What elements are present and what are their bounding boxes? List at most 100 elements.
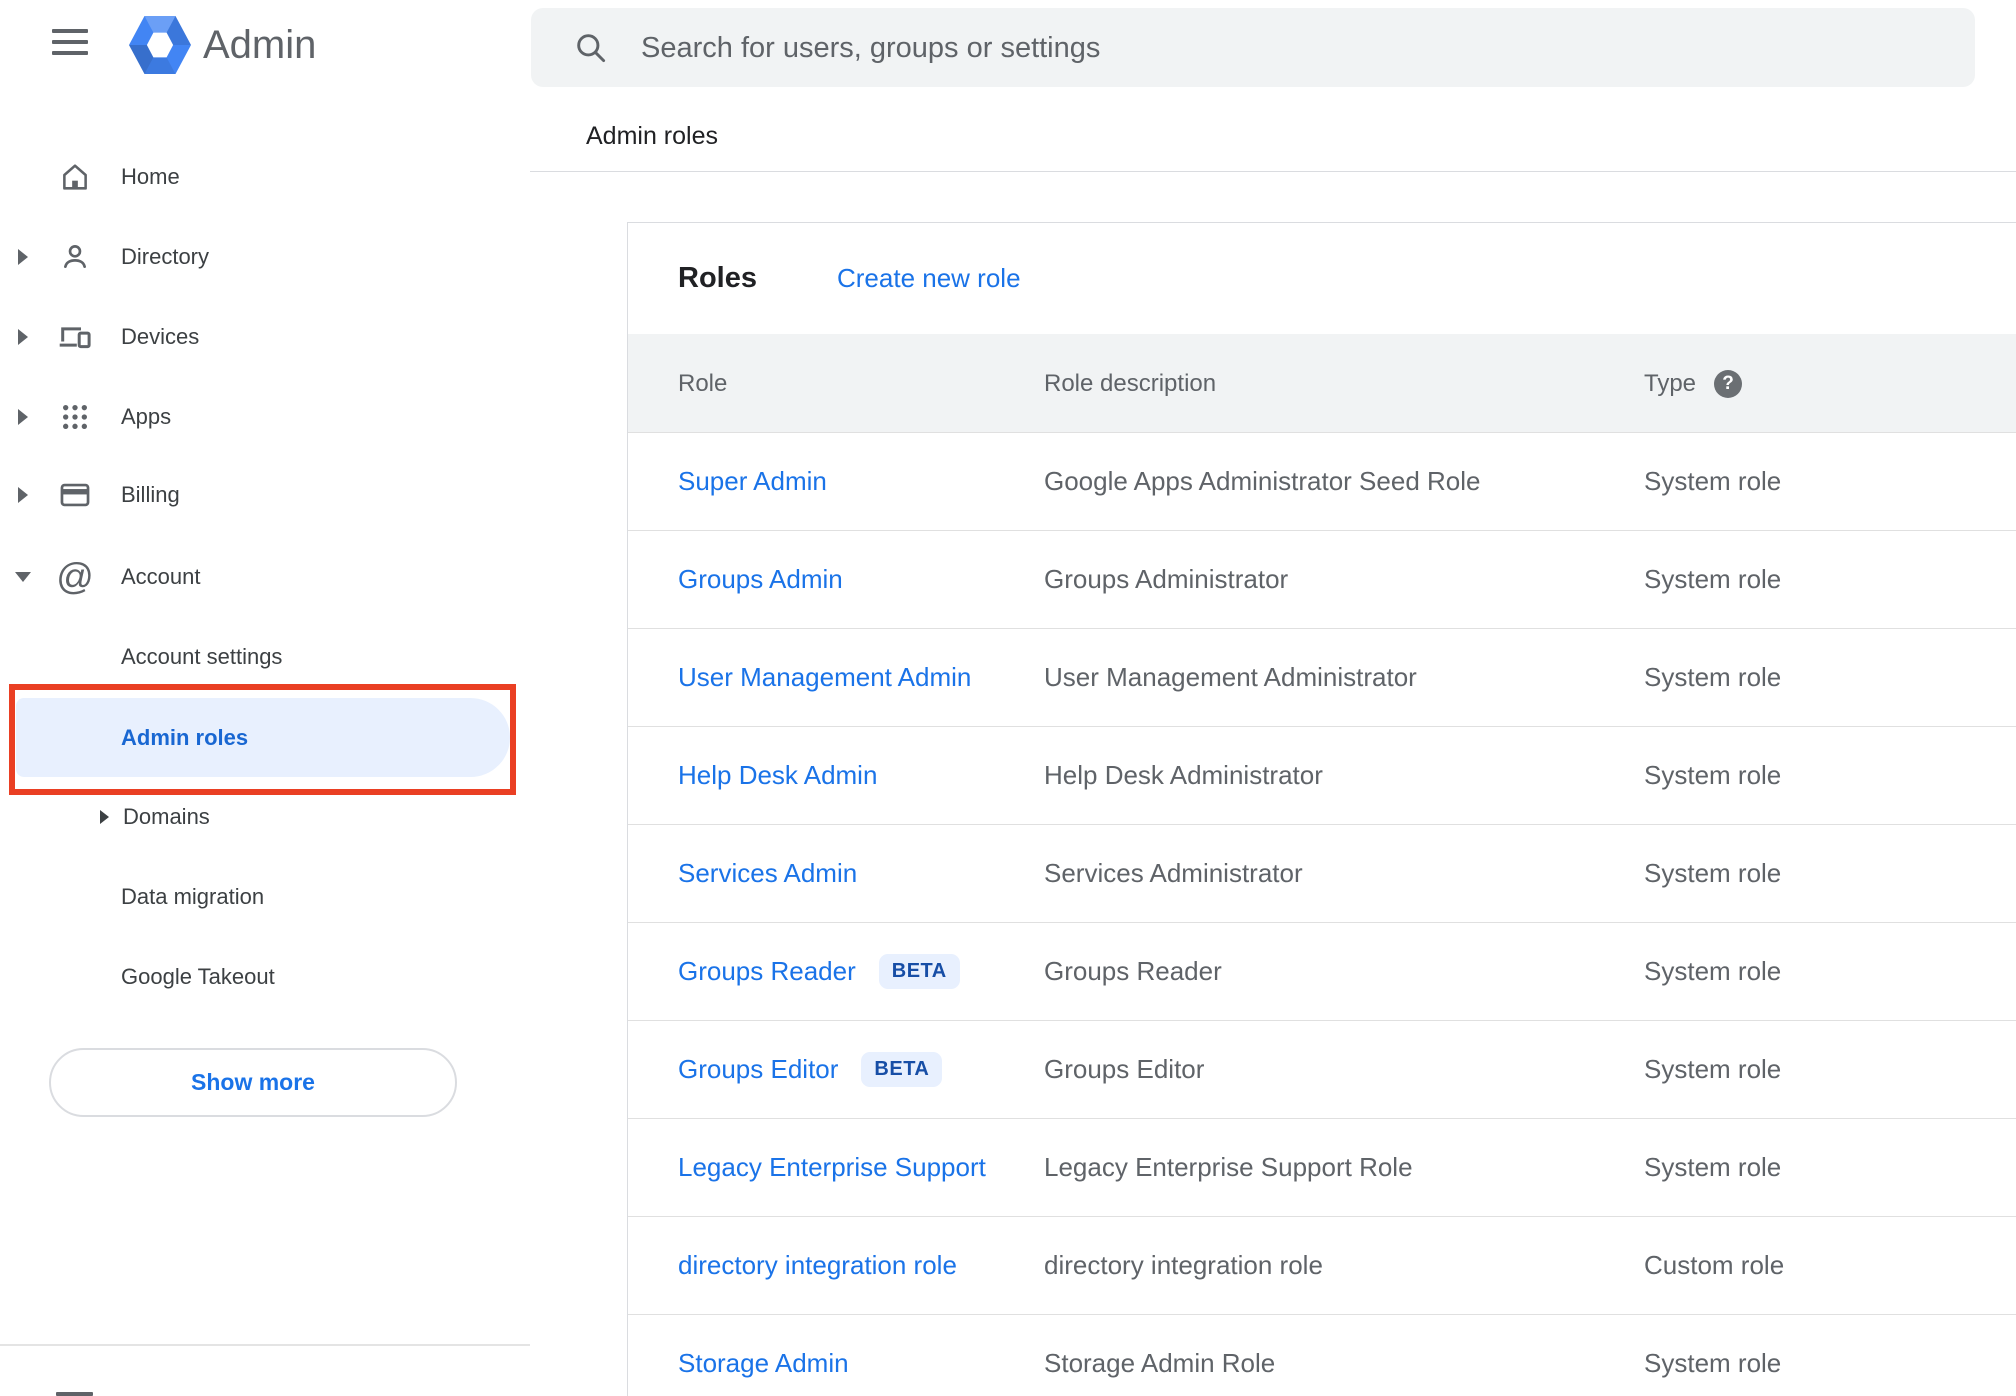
table-row: Services Admin Services Administrator Syst… <box>628 825 2016 923</box>
search-input[interactable] <box>639 8 1923 89</box>
roles-table: Super Admin Google Apps Administrator See… <box>628 433 2016 1396</box>
role-description-cell: Groups Editor <box>1044 1021 1204 1118</box>
role-type-text: System role <box>1644 1348 1782 1378</box>
sidebar-item-label: Directory <box>121 244 210 269</box>
column-header-type: Type <box>1644 370 1697 397</box>
table-row: Groups Admin Groups Administrator System r… <box>628 531 2016 629</box>
role-description-text: Storage Admin Role <box>1044 1348 1276 1378</box>
table-row: directory integration role directory inte… <box>628 1217 2016 1315</box>
chevron-right-icon[interactable] <box>18 329 28 345</box>
role-link[interactable]: Legacy Enterprise Support <box>678 1152 986 1183</box>
chevron-down-icon[interactable] <box>15 572 31 582</box>
role-type-cell: System role <box>1644 531 1781 628</box>
role-description-cell: Services Administrator <box>1044 825 1303 922</box>
sidebar-item-google-takeout[interactable]: Google Takeout <box>0 937 530 1017</box>
role-description-text: Legacy Enterprise Support Role <box>1044 1152 1413 1182</box>
create-new-role-link[interactable]: Create new role <box>837 223 1021 334</box>
role-link[interactable]: Help Desk Admin <box>678 760 877 791</box>
sidebar-item-apps[interactable]: Apps <box>0 377 530 457</box>
role-description-cell: Groups Reader <box>1044 923 1222 1020</box>
role-cell: Groups Reader BETA <box>678 923 960 1020</box>
sidebar-item-devices[interactable]: Devices <box>0 297 530 377</box>
sidebar-item-data-migration[interactable]: Data migration <box>0 857 530 937</box>
sidebar-item-label: Account settings <box>121 644 283 669</box>
role-type-cell: System role <box>1644 1021 1781 1118</box>
apps-grid-icon <box>56 398 94 436</box>
search-bar[interactable] <box>531 8 1975 89</box>
sidebar-item-billing[interactable]: Billing <box>0 455 530 535</box>
sidebar-item-directory[interactable]: Directory <box>0 217 530 297</box>
chevron-right-icon[interactable] <box>18 249 28 265</box>
sidebar-item-account-settings[interactable]: Account settings <box>0 617 530 697</box>
sidebar-item-account[interactable]: @ Account <box>0 537 530 617</box>
chevron-right-icon[interactable] <box>100 810 109 824</box>
role-description-cell: Groups Administrator <box>1044 531 1288 628</box>
role-type-text: System role <box>1644 1152 1782 1182</box>
roles-panel: Roles Create new role Role Role descript… <box>627 222 2016 1396</box>
table-row: Storage Admin Storage Admin Role System ro… <box>628 1315 2016 1396</box>
role-link[interactable]: Super Admin <box>678 466 827 497</box>
role-type-cell: System role <box>1644 629 1781 726</box>
sidebar-item-label: Google Takeout <box>121 964 275 989</box>
role-description-text: Services Administrator <box>1044 858 1303 888</box>
role-description-text: Groups Reader <box>1044 956 1222 986</box>
at-sign-icon: @ <box>56 556 94 597</box>
google-admin-console: Admin Admin roles HomeDirectoryDevicesAp… <box>0 0 2016 1396</box>
table-row: Super Admin Google Apps Administrator See… <box>628 433 2016 531</box>
header-divider <box>530 171 2016 172</box>
role-type-text: System role <box>1644 956 1782 986</box>
role-link[interactable]: Groups Admin <box>678 564 843 595</box>
role-cell: Services Admin <box>678 825 857 922</box>
role-link[interactable]: directory integration role <box>678 1250 957 1281</box>
role-cell: Super Admin <box>678 433 827 530</box>
role-type-cell: System role <box>1644 433 1781 530</box>
table-header: Role Role description Type ? <box>628 334 2016 433</box>
role-description-cell: Storage Admin Role <box>1044 1315 1275 1396</box>
role-description-text: Groups Administrator <box>1044 564 1289 594</box>
sidebar-item-label: Home <box>121 164 180 189</box>
role-link[interactable]: Groups Editor <box>678 1054 838 1085</box>
table-row: Legacy Enterprise Support Legacy Enterpri… <box>628 1119 2016 1217</box>
home-icon <box>56 158 94 196</box>
sidebar-item-home[interactable]: Home <box>0 137 530 217</box>
role-description-cell: Legacy Enterprise Support Role <box>1044 1119 1413 1216</box>
sidebar-item-label: Domains <box>123 804 210 829</box>
sidebar-item-label: Data migration <box>121 884 265 909</box>
role-cell: Groups Editor BETA <box>678 1021 943 1118</box>
role-cell: Help Desk Admin <box>678 727 877 824</box>
sidebar-item-domains[interactable]: Domains <box>0 777 530 857</box>
role-cell: Legacy Enterprise Support <box>678 1119 986 1216</box>
role-link[interactable]: Services Admin <box>678 858 857 889</box>
breadcrumb: Admin roles <box>586 122 718 150</box>
person-icon <box>56 238 94 276</box>
help-icon[interactable]: ? <box>1714 370 1742 398</box>
chevron-right-icon[interactable] <box>18 487 28 503</box>
sidebar-item-label: Billing <box>121 482 180 507</box>
search-icon <box>573 30 608 70</box>
role-link[interactable]: Storage Admin <box>678 1348 849 1379</box>
role-type-cell: System role <box>1644 727 1781 824</box>
sidebar-item-label: Admin roles <box>121 724 249 750</box>
devices-icon <box>56 318 94 356</box>
table-row: User Management Admin User Management Adm… <box>628 629 2016 727</box>
role-description-text: directory integration role <box>1044 1250 1323 1280</box>
role-link[interactable]: User Management Admin <box>678 662 971 693</box>
role-description-cell: directory integration role <box>1044 1217 1323 1314</box>
role-type-cell: Custom role <box>1644 1217 1784 1314</box>
role-type-text: System role <box>1644 564 1782 594</box>
credit-card-icon <box>56 476 94 514</box>
role-description-text: Groups Editor <box>1044 1054 1205 1084</box>
role-description-text: User Management Administrator <box>1044 662 1417 692</box>
role-description-cell: User Management Administrator <box>1044 629 1417 726</box>
role-type-text: System role <box>1644 662 1782 692</box>
chevron-right-icon[interactable] <box>18 409 28 425</box>
role-cell: Storage Admin <box>678 1315 849 1396</box>
role-link[interactable]: Groups Reader <box>678 956 856 987</box>
sidebar-item-admin-roles[interactable]: Admin roles <box>16 698 510 777</box>
role-type-cell: System role <box>1644 1119 1781 1216</box>
sidebar-divider <box>0 1344 530 1346</box>
role-cell: directory integration role <box>678 1217 957 1314</box>
sidebar-item-label: Apps <box>121 404 172 429</box>
show-more-button[interactable]: Show more <box>49 1048 457 1117</box>
table-row: Help Desk Admin Help Desk Administrator Sy… <box>628 727 2016 825</box>
